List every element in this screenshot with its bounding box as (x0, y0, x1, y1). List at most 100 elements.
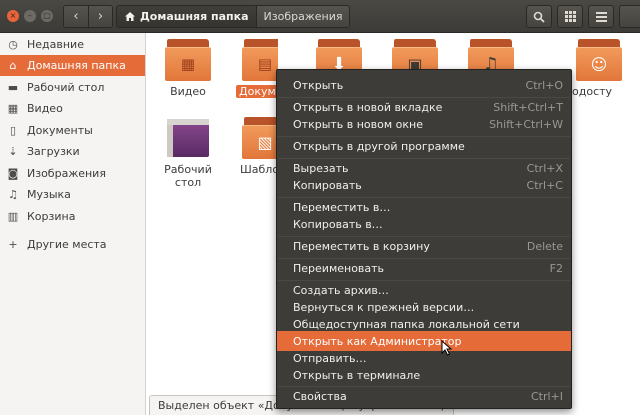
desktop-icon: ▬ (7, 81, 19, 94)
sidebar-item-label: Музыка (27, 188, 71, 201)
menu-item-copy-to[interactable]: Копировать в… (277, 214, 571, 234)
menu-item-open-new-window[interactable]: Открыть в новом окне Shift+Ctrl+W (277, 114, 571, 134)
menu-item-open-with[interactable]: Открыть в другой программе (277, 136, 571, 156)
file-label: Видео (170, 85, 206, 98)
menu-item-shortcut: F2 (549, 261, 563, 275)
sidebar-item-trash[interactable]: ▥ Корзина (0, 206, 145, 227)
sidebar-item-documents[interactable]: ▯ Документы (0, 120, 145, 141)
breadcrumb-home[interactable]: Домашняя папка (117, 6, 256, 27)
sidebar-item-pictures[interactable]: ◙ Изображения (0, 163, 145, 184)
window-close-button[interactable]: × (7, 10, 19, 22)
sidebar-item-video[interactable]: ▦ Видео (0, 98, 145, 119)
sidebar-item-label: Документы (27, 124, 93, 137)
grid-icon (564, 11, 576, 22)
sidebar: ◷ Недавние ⌂ Домашняя папка ▬ Рабочий ст… (0, 33, 146, 415)
menu-item-open[interactable]: Открыть Ctrl+O (277, 75, 571, 95)
forward-button[interactable]: › (88, 6, 112, 27)
trash-icon: ▥ (7, 210, 19, 223)
menu-item-label: Общедоступная папка локальной сети (293, 317, 520, 331)
breadcrumb: Домашняя папка Изображения (116, 5, 351, 28)
file-item-desktop[interactable]: Рабочий стол (150, 117, 226, 189)
sidebar-item-label: Загрузки (27, 145, 80, 158)
menu-item-label: Переименовать (293, 261, 385, 275)
music-icon: ♫ (8, 188, 18, 201)
menu-item-shortcut: Ctrl+C (526, 178, 563, 192)
sidebar-item-desktop[interactable]: ▬ Рабочий стол (0, 77, 145, 98)
menu-item-label: Открыть в новой вкладке (293, 100, 443, 114)
plus-icon: + (8, 238, 18, 251)
sidebar-item-downloads[interactable]: ⇣ Загрузки (0, 141, 145, 162)
menu-item-shortcut: Shift+Ctrl+W (489, 117, 563, 131)
sidebar-item-label: Изображения (27, 167, 106, 180)
sidebar-item-other-locations[interactable]: + Другие места (0, 234, 145, 255)
menu-item-shortcut: Delete (526, 239, 563, 253)
documents-folder-icon: ▤ (242, 39, 278, 81)
window-maximize-button[interactable]: ▢ (41, 10, 53, 22)
menu-item-label: Вырезать (293, 161, 349, 175)
header-bar: × – ▢ ‹ › Домашняя папка Изображения (0, 0, 640, 33)
public-folder-icon: ☺ (576, 39, 622, 81)
back-button[interactable]: ‹ (64, 6, 88, 27)
file-label: Рабочий стол (164, 163, 212, 189)
menu-item-open-terminal[interactable]: Открыть в терминале (277, 365, 571, 385)
menu-item-label: Вернуться к прежней версии… (293, 300, 475, 314)
menu-item-label: Открыть в новом окне (293, 117, 424, 131)
navigation-buttons: ‹ › (63, 5, 113, 28)
menu-item-shortcut: Shift+Ctrl+T (493, 100, 563, 114)
menu-button[interactable] (588, 5, 614, 28)
menu-item-label: Свойства (293, 389, 347, 403)
video-folder-icon: ▦ (165, 39, 211, 81)
hamburger-icon (595, 11, 607, 22)
view-toggle-button[interactable] (557, 5, 583, 28)
sidebar-item-label: Домашняя папка (27, 59, 126, 72)
menu-item-label: Копировать (293, 178, 362, 192)
breadcrumb-label: Домашняя папка (140, 10, 249, 23)
menu-item-label: Открыть (293, 78, 344, 92)
file-item-templates[interactable]: ▧ Шабло (226, 117, 278, 176)
menu-item-shortcut: Ctrl+O (525, 78, 563, 92)
file-item-public[interactable]: ☺ одосту (572, 39, 640, 98)
menu-item-label: Создать архив… (293, 283, 389, 297)
sidebar-item-music[interactable]: ♫ Музыка (0, 184, 145, 205)
download-icon: ⇣ (8, 145, 18, 158)
chevron-right-icon: › (97, 9, 104, 24)
file-item-documents[interactable]: ▤ Докуме (226, 39, 278, 98)
sidebar-item-label: Недавние (27, 38, 84, 51)
menu-item-label: Открыть в терминале (293, 368, 421, 382)
file-label: Докуме (236, 85, 278, 98)
context-menu: Открыть Ctrl+O Открыть в новой вкладке S… (276, 69, 572, 409)
menu-item-rename[interactable]: Переименовать F2 (277, 258, 571, 278)
menu-item-shortcut: Ctrl+X (526, 161, 563, 175)
chevron-left-icon: ‹ (73, 9, 79, 24)
file-label: Шабло (240, 163, 278, 176)
breadcrumb-pictures[interactable]: Изображения (255, 6, 350, 27)
sidebar-item-label: Рабочий стол (27, 81, 105, 94)
menu-item-label: Переместить в… (293, 200, 391, 214)
clock-icon: ◷ (8, 38, 18, 51)
menu-item-shortcut: Ctrl+I (530, 389, 563, 403)
search-icon (533, 11, 545, 23)
menu-item-properties[interactable]: Свойства Ctrl+I (277, 386, 571, 406)
home-icon (125, 12, 135, 21)
camera-icon: ◙ (7, 167, 19, 180)
menu-item-label: Переместить в корзину (293, 239, 430, 253)
sidebar-item-home[interactable]: ⌂ Домашняя папка (0, 55, 145, 76)
file-item-video[interactable]: ▦ Видео (150, 39, 226, 98)
menu-item-move-to-trash[interactable]: Переместить в корзину Delete (277, 236, 571, 256)
home-icon: ⌂ (9, 59, 17, 72)
templates-folder-icon: ▧ (242, 117, 278, 159)
sidebar-item-label: Другие места (27, 238, 107, 251)
window-minimize-button[interactable]: – (24, 10, 36, 22)
menu-item-label: Открыть как Администратор (293, 334, 462, 348)
menu-item-label: Копировать в… (293, 217, 383, 231)
menu-item-label: Отправить… (293, 351, 367, 365)
breadcrumb-label: Изображения (263, 10, 343, 23)
mouse-pointer-icon (441, 340, 453, 356)
menu-item-label: Открыть в другой программе (293, 139, 465, 153)
extra-toolbar-button[interactable] (619, 5, 640, 28)
search-button[interactable] (526, 5, 552, 28)
sidebar-item-recent[interactable]: ◷ Недавние (0, 34, 145, 55)
document-icon: ▯ (9, 124, 17, 137)
desktop-folder-icon (165, 117, 211, 159)
menu-item-copy[interactable]: Копировать Ctrl+C (277, 175, 571, 195)
